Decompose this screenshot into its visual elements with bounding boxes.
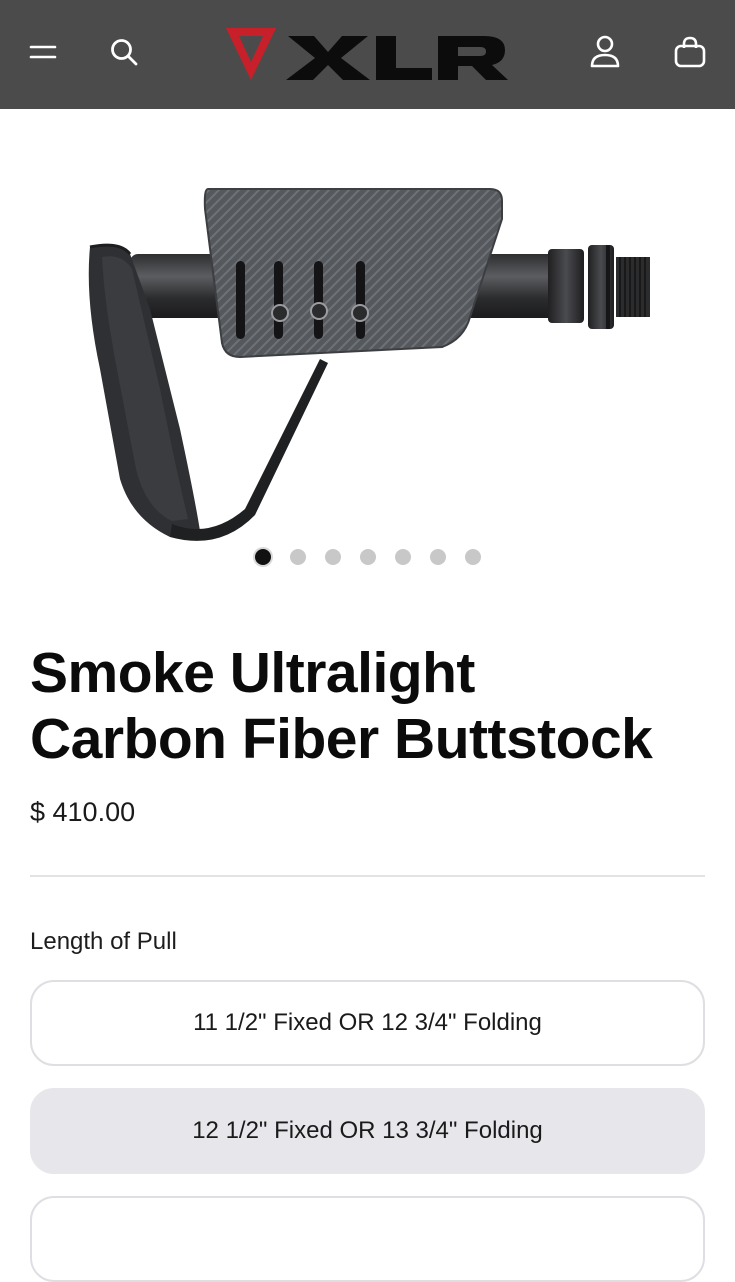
option-button-1-label: 11 1/2" Fixed OR 12 3/4" Folding [193, 1009, 542, 1036]
option-button-2-label: 12 1/2" Fixed OR 13 3/4" Folding [192, 1117, 543, 1144]
gallery-dot-2[interactable] [289, 549, 306, 565]
product-image[interactable] [60, 179, 670, 549]
gallery-dot-7[interactable] [464, 549, 481, 565]
menu-button[interactable] [11, 20, 75, 84]
divider [30, 875, 705, 877]
product-title-line-1: Smoke Ultralight [30, 641, 475, 705]
gallery-dot-1[interactable] [254, 549, 271, 565]
gallery-dot-4[interactable] [359, 549, 376, 565]
product-title-line-2: Carbon Fiber Buttstock [30, 707, 653, 771]
account-button[interactable] [573, 20, 637, 84]
brand-name: XLR [0, 0, 1, 1]
length-of-pull-label: Length of Pull [30, 928, 177, 955]
logo-letters [286, 36, 508, 80]
gallery-dot-3[interactable] [324, 549, 341, 565]
option-button-2[interactable]: 12 1/2" Fixed OR 13 3/4" Folding [30, 1088, 705, 1174]
brand-logo[interactable] [222, 22, 512, 84]
option-button-1[interactable]: 11 1/2" Fixed OR 12 3/4" Folding [30, 980, 705, 1066]
logo-mark-icon [226, 28, 276, 80]
menu-icon [29, 45, 57, 59]
cart-icon [674, 36, 706, 68]
gallery-dot-6[interactable] [429, 549, 446, 565]
cart-button[interactable] [658, 20, 722, 84]
gallery-pagination [0, 549, 735, 569]
search-icon [111, 39, 138, 66]
option-button-3[interactable] [30, 1196, 705, 1282]
product-gallery[interactable] [0, 109, 735, 589]
product-title: Smoke Ultralight Carbon Fiber Buttstock [30, 640, 710, 772]
search-button[interactable] [92, 20, 156, 84]
site-header: XLR [0, 0, 735, 109]
account-icon [590, 35, 620, 68]
product-price: $ 410.00 [30, 797, 136, 827]
gallery-dot-5[interactable] [394, 549, 411, 565]
